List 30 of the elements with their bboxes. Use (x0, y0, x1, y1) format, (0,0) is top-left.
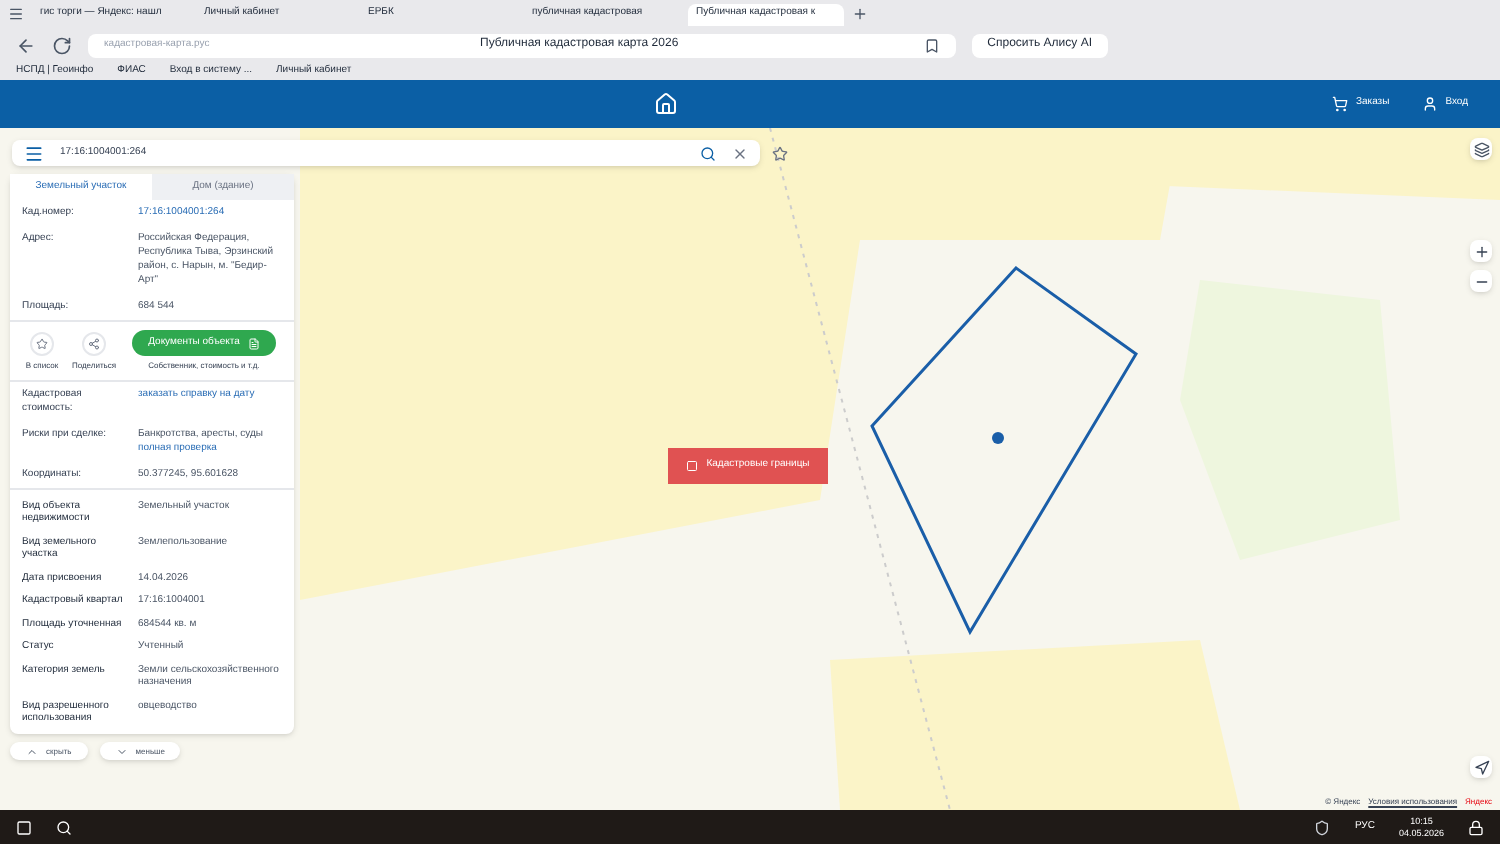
reload-icon[interactable] (52, 35, 72, 55)
caret-up-icon (26, 745, 38, 757)
back-icon[interactable] (16, 35, 36, 55)
cart-icon (1331, 96, 1348, 112)
bookmark-icon[interactable] (923, 37, 940, 53)
arrow-icon (1473, 759, 1489, 775)
caret-down-icon (115, 745, 128, 757)
document-icon (247, 337, 260, 349)
parcel-boundary[interactable] (868, 264, 1144, 636)
shield-icon (1314, 819, 1331, 835)
search-icon[interactable] (700, 145, 716, 161)
new-tab-icon[interactable] (852, 6, 868, 22)
layers-button[interactable] (1470, 138, 1492, 160)
star-icon (36, 337, 48, 349)
star-icon[interactable] (772, 146, 788, 162)
menu-icon (8, 6, 24, 22)
zoom-in-button[interactable] (1470, 240, 1492, 262)
square-icon (686, 460, 699, 472)
plus-icon (1473, 243, 1489, 259)
layers-icon (1473, 141, 1489, 157)
user-icon (1421, 96, 1438, 112)
start-icon[interactable] (16, 819, 32, 835)
share-icon (88, 337, 100, 349)
favorite-button[interactable] (30, 331, 54, 355)
zoom-out-button[interactable] (1470, 270, 1492, 292)
close-icon[interactable] (732, 145, 748, 161)
geolocation-button[interactable] (1470, 756, 1492, 778)
menu-icon[interactable] (24, 143, 44, 163)
home-icon[interactable] (653, 92, 678, 116)
share-button[interactable] (82, 331, 106, 355)
